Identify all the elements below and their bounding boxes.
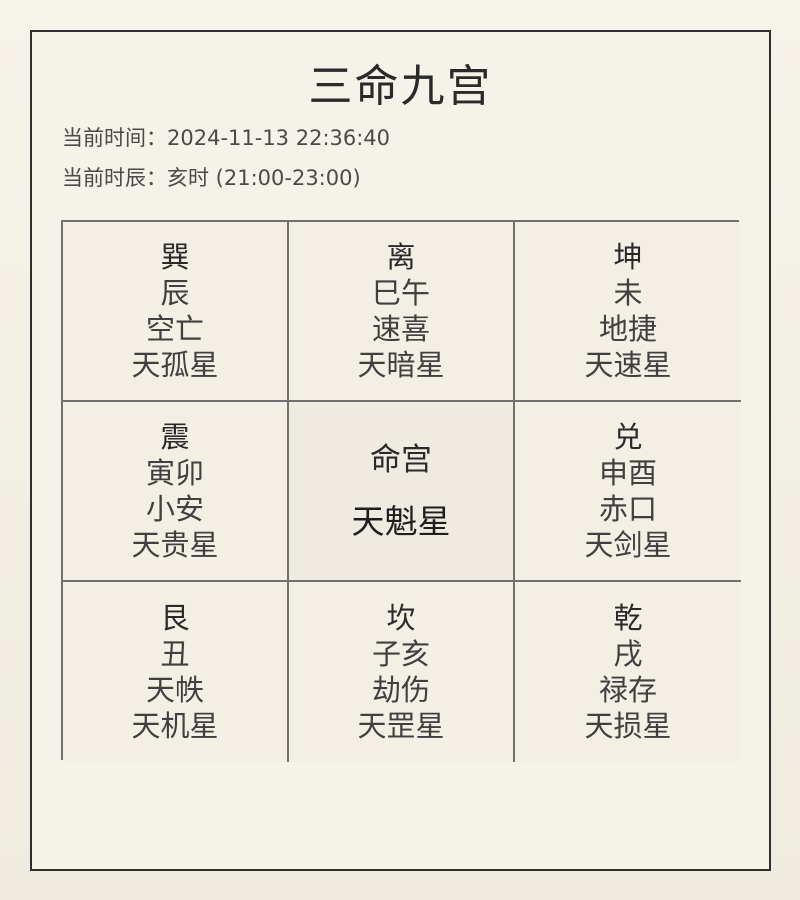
palace-cell-li: 离 巳午 速喜 天暗星 — [289, 222, 515, 402]
palace-cell-gen: 艮 丑 天帙 天机星 — [63, 582, 289, 762]
star-label: 天速星 — [584, 348, 672, 382]
palace-cell-qian: 乾 戌 禄存 天损星 — [515, 582, 741, 762]
omen-label: 速喜 — [371, 312, 430, 346]
trigram-label: 巽 — [160, 240, 190, 274]
star-label: 天孤星 — [131, 348, 219, 382]
star-label: 天剑星 — [584, 528, 672, 562]
center-star-label: 天魁星 — [351, 502, 451, 541]
trigram-label: 乾 — [613, 601, 643, 635]
omen-label: 空亡 — [145, 312, 204, 346]
trigram-label: 离 — [386, 240, 416, 274]
branch-label: 申酉 — [598, 456, 657, 490]
current-shichen-row: 当前时辰：亥时 (21:00-23:00) — [62, 162, 361, 192]
current-time-label: 当前时间： — [62, 126, 167, 150]
current-time-row: 当前时间：2024-11-13 22:36:40 — [62, 122, 390, 152]
current-shichen-label: 当前时辰： — [62, 166, 167, 190]
star-label: 天暗星 — [357, 348, 445, 382]
palace-cell-center: 命宫 天魁星 — [289, 402, 515, 582]
omen-label: 禄存 — [598, 673, 657, 707]
omen-label: 小安 — [145, 492, 204, 526]
trigram-label: 震 — [160, 420, 190, 454]
palace-cell-kun: 坤 未 地捷 天速星 — [515, 222, 741, 402]
star-label: 天损星 — [584, 709, 672, 743]
omen-label: 劫伤 — [371, 673, 430, 707]
star-label: 天罡星 — [357, 709, 445, 743]
center-palace-label: 命宫 — [370, 442, 432, 478]
branch-label: 丑 — [160, 637, 190, 671]
omen-label: 地捷 — [598, 312, 657, 346]
star-label: 天贵星 — [131, 528, 219, 562]
palace-cell-dui: 兑 申酉 赤口 天剑星 — [515, 402, 741, 582]
branch-label: 未 — [613, 276, 643, 310]
star-label: 天机星 — [131, 709, 219, 743]
trigram-label: 兑 — [613, 420, 643, 454]
branch-label: 巳午 — [371, 276, 430, 310]
current-time-value: 2024-11-13 22:36:40 — [167, 126, 391, 150]
branch-label: 子亥 — [371, 637, 430, 671]
trigram-label: 坤 — [613, 240, 643, 274]
main-panel: 三命九宫 当前时间：2024-11-13 22:36:40 当前时辰：亥时 (2… — [30, 30, 771, 871]
nine-palace-grid: 巽 辰 空亡 天孤星 离 巳午 速喜 天暗星 坤 未 地捷 天速星 震 寅卯 小… — [61, 220, 741, 762]
palace-cell-xun: 巽 辰 空亡 天孤星 — [63, 222, 289, 402]
omen-label: 赤口 — [598, 492, 657, 526]
palace-cell-kan: 坎 子亥 劫伤 天罡星 — [289, 582, 515, 762]
omen-label: 天帙 — [145, 673, 204, 707]
branch-label: 辰 — [160, 276, 190, 310]
trigram-label: 坎 — [386, 601, 416, 635]
current-shichen-value: 亥时 (21:00-23:00) — [167, 166, 361, 190]
palace-cell-zhen: 震 寅卯 小安 天贵星 — [63, 402, 289, 582]
branch-label: 寅卯 — [145, 456, 204, 490]
branch-label: 戌 — [613, 637, 643, 671]
page-title: 三命九宫 — [308, 61, 493, 112]
trigram-label: 艮 — [160, 601, 190, 635]
